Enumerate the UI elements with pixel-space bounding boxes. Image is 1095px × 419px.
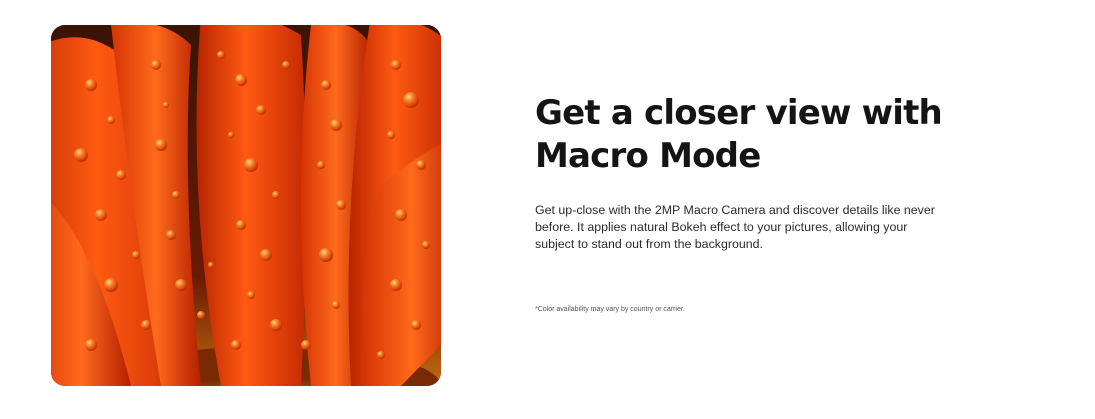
macro-mode-feature-section: Get a closer view with Macro Mode Get up… [0, 0, 1095, 419]
feature-text-block: Get a closer view with Macro Mode Get up… [535, 92, 955, 253]
feature-headline: Get a closer view with Macro Mode [535, 93, 943, 176]
feature-description: Get up-close with the 2MP Macro Camera a… [535, 203, 935, 251]
macro-flower-photo [51, 25, 441, 386]
color-availability-disclaimer: *Color availability may vary by country … [535, 306, 685, 313]
macro-flower-image [51, 25, 441, 386]
